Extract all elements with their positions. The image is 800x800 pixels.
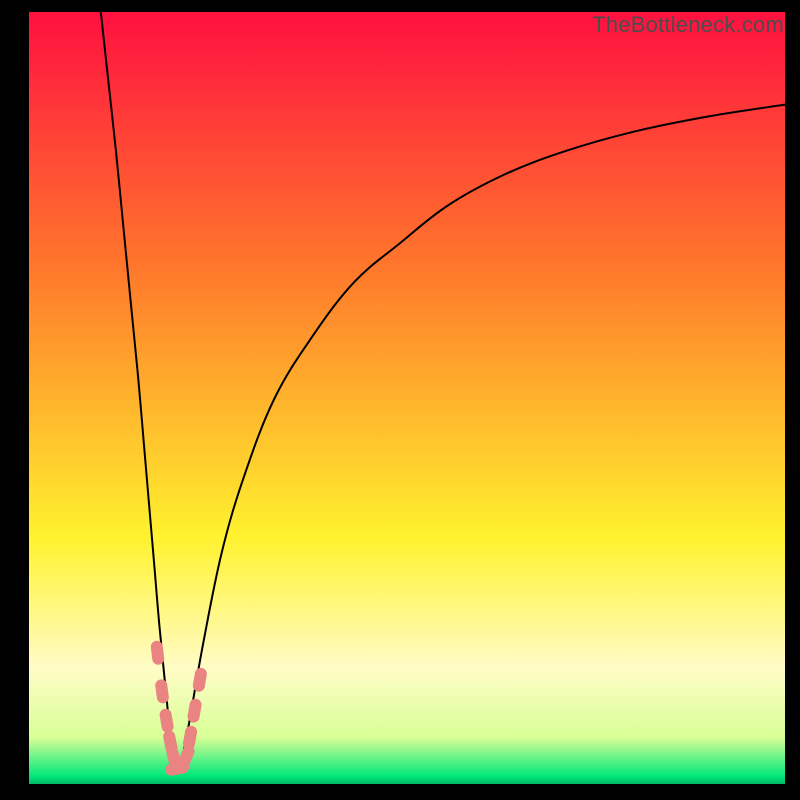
chart-background <box>29 12 785 784</box>
watermark-text: TheBottleneck.com <box>592 12 784 38</box>
chart-svg <box>29 12 785 784</box>
plot-area <box>29 12 785 784</box>
chart-frame: TheBottleneck.com <box>0 0 800 800</box>
